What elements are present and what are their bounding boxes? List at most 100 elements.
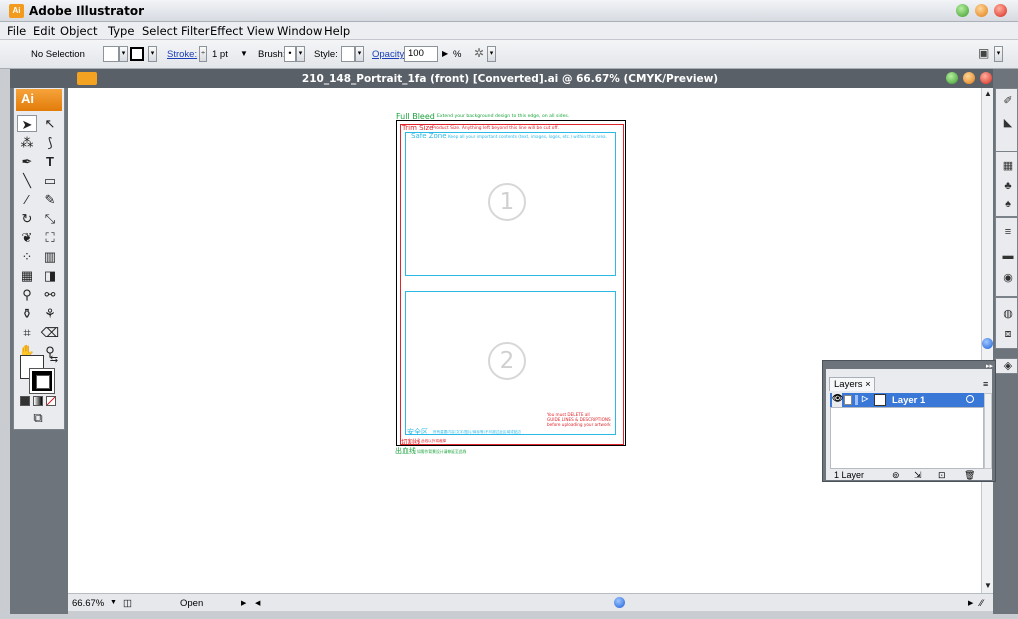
canvas[interactable]: Full Bleed Extend your background design… [68,88,981,593]
pen-tool-icon[interactable]: ✒ [17,153,37,170]
screen-mode-icon[interactable]: ⧉ [28,409,48,426]
stroke-weight-dropdown-icon[interactable]: ▼ [240,49,248,58]
maximize-button[interactable] [975,4,988,17]
layers-menu-icon[interactable]: ≡ [983,379,988,389]
graph-tool-icon[interactable]: ▥ [40,248,60,265]
fill-dropdown[interactable]: ▾ [119,46,128,62]
status-menu-icon[interactable]: ▶ [241,599,246,607]
scroll-left-icon[interactable]: ◀ [255,599,260,607]
doc-maximize-button[interactable] [963,72,975,84]
scale-tool-icon[interactable]: ⤡ [40,210,60,227]
rectangle-tool-icon[interactable]: ▭ [40,172,60,189]
new-layer-icon[interactable]: ⊡ [938,470,946,481]
color-panel-icon[interactable]: ◍ [1001,308,1015,320]
stroke-panel-icon[interactable]: ≡ [1001,226,1015,238]
resize-grip-icon[interactable]: ⁄⁄ [980,598,983,609]
close-button[interactable] [994,4,1007,17]
swatches-panel-icon[interactable]: ▦ [1001,160,1015,172]
scroll-up-icon[interactable]: ▲ [983,89,993,99]
recolor-dropdown[interactable]: ▾ [487,46,496,62]
new-sublayer-icon[interactable]: ⇲ [914,470,922,481]
doc-minimize-button[interactable] [946,72,958,84]
artboard[interactable]: Trim Size Product Size. Anything left be… [396,120,626,446]
eyedropper-tool-icon[interactable]: ⚲ [17,286,37,303]
stroke-swatch[interactable] [130,47,144,61]
swap-colors-icon[interactable]: ⇆ [44,351,64,368]
delete-layer-icon[interactable]: 🗑 [964,470,975,481]
live-paint-tool-icon[interactable]: ⚱ [17,305,37,322]
style-swatch[interactable] [341,46,355,62]
recolor-icon[interactable]: ✲ [474,46,484,60]
menu-edit[interactable]: Edit [33,24,55,38]
symbol-sprayer-tool-icon[interactable]: ⁘ [17,248,37,265]
expand-layer-icon[interactable]: ▷ [862,394,868,403]
stroke-color-swatch[interactable] [29,368,55,394]
none-mode-icon[interactable] [46,396,56,406]
target-icon[interactable] [966,395,974,403]
doc-close-button[interactable] [980,72,992,84]
menu-effect[interactable]: Effect [210,24,243,38]
appearance-panel-icon[interactable]: ◣ [1001,117,1015,129]
gradient-panel-icon[interactable]: ▬ [1001,250,1015,262]
menu-object[interactable]: Object [60,24,97,38]
rotate-tool-icon[interactable]: ↻ [17,210,37,227]
line-tool-icon[interactable]: ╲ [17,172,37,189]
zoom-dropdown-icon[interactable]: ▼ [110,599,117,606]
opacity-input[interactable]: 100 [404,46,438,62]
direct-selection-tool-icon[interactable]: ↖ [40,115,60,132]
align-panel-icon[interactable]: ⧈ [1001,328,1015,340]
zoom-level[interactable]: 66.67% [72,598,104,609]
menu-select[interactable]: Select [142,24,177,38]
brush-dropdown[interactable]: ▾ [296,46,305,62]
menu-type[interactable]: Type [108,24,134,38]
lasso-tool-icon[interactable]: ⟆ [40,134,60,151]
vertical-scroll-thumb[interactable] [982,338,993,349]
blend-tool-icon[interactable]: ⚯ [40,286,60,303]
gradient-mode-icon[interactable] [33,396,43,406]
layers-tab-close-icon[interactable]: × [865,379,871,390]
minimize-button[interactable] [956,4,969,17]
brushes-panel-icon[interactable]: ✐ [1001,95,1015,107]
menu-filter[interactable]: Filter [181,24,209,38]
menu-window[interactable]: Window [277,24,322,38]
live-paint-selection-tool-icon[interactable]: ⚘ [40,305,60,322]
color-mode-icon[interactable] [20,396,30,406]
free-transform-tool-icon[interactable]: ⛶ [40,229,60,246]
make-clipping-mask-icon[interactable]: ⊚ [892,470,900,481]
scroll-down-icon[interactable]: ▼ [983,581,993,591]
opacity-slider-arrow-icon[interactable]: ▶ [442,49,448,58]
slice-tool-icon[interactable]: ⌗ [17,324,37,341]
vertical-scrollbar[interactable]: ▲ ▼ [981,88,993,593]
paintbrush-tool-icon[interactable]: ∕ [17,191,37,208]
visibility-eye-icon[interactable]: 👁 [832,393,843,407]
menu-help[interactable]: Help [324,24,350,38]
transparency-panel-icon[interactable]: ◉ [1001,272,1015,284]
mesh-tool-icon[interactable]: ▦ [17,267,37,284]
stroke-label[interactable]: Stroke: [167,49,197,60]
stroke-stepper[interactable]: ÷ [199,46,207,62]
page-icon[interactable]: ◫ [123,598,132,609]
symbols-panel-icon[interactable]: ♣ [1001,180,1015,192]
panel-menu-dropdown[interactable]: ▾ [994,46,1003,62]
stroke-dropdown[interactable]: ▾ [148,46,157,62]
layers-panel-icon[interactable]: ◈ [1001,360,1015,372]
horizontal-scroll-thumb[interactable] [614,597,625,608]
selection-tool-icon[interactable]: ➤ [17,115,37,132]
layers-tab[interactable]: Layers × [829,377,875,391]
stroke-weight[interactable]: 1 pt [212,49,228,60]
brush-swatch[interactable]: • [284,46,296,62]
layers-scrollbar[interactable] [984,393,992,469]
menu-view[interactable]: View [247,24,274,38]
style-dropdown[interactable]: ▾ [355,46,364,62]
magic-wand-tool-icon[interactable]: ⁂ [17,134,37,151]
layer-name[interactable]: Layer 1 [892,395,925,406]
gradient-tool-icon[interactable]: ◨ [40,267,60,284]
eraser-tool-icon[interactable]: ⌫ [40,324,60,341]
panel-menu-icon[interactable]: ▣ [978,46,989,60]
graphic-styles-panel-icon[interactable]: ♠ [1001,198,1015,210]
warp-tool-icon[interactable]: ❦ [17,229,37,246]
layer-row[interactable]: 👁 ▷ Layer 1 [830,393,984,407]
pencil-tool-icon[interactable]: ✎ [40,191,60,208]
fill-swatch[interactable] [103,46,119,62]
lock-toggle[interactable] [844,395,852,405]
